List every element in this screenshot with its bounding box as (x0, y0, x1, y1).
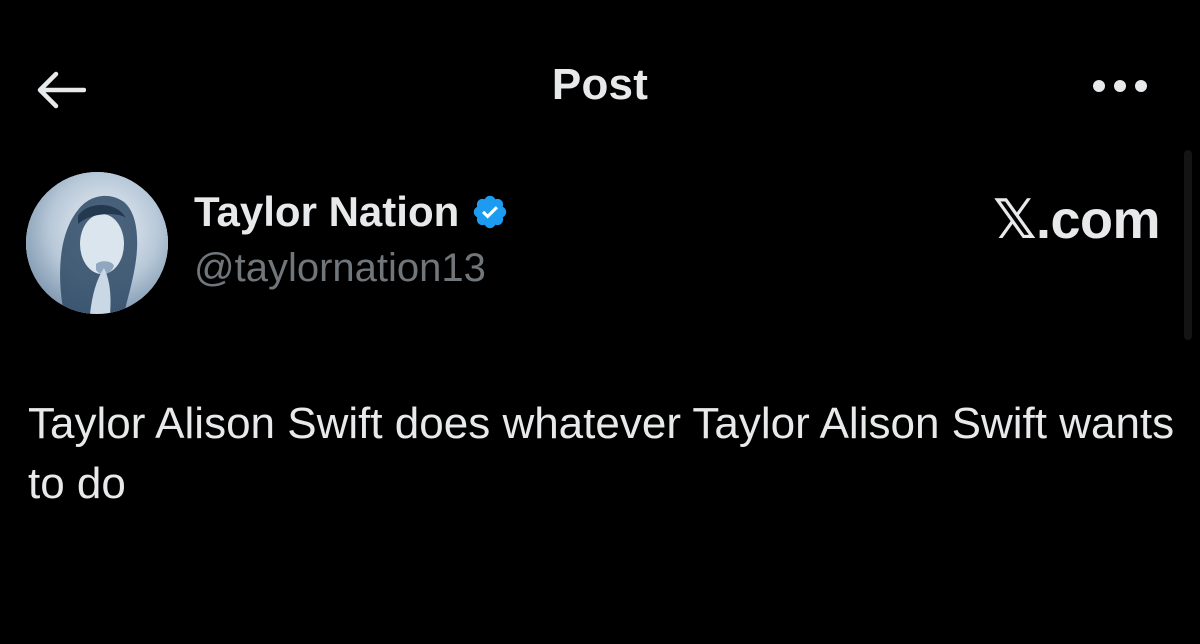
post-author: Taylor Nation @taylornation13 (194, 186, 509, 291)
post-text: Taylor Alison Swift does whatever Taylor… (28, 399, 1175, 508)
display-name[interactable]: Taylor Nation (194, 188, 459, 236)
top-bar: Post (0, 0, 1200, 170)
author-handle[interactable]: @taylornation13 (194, 246, 509, 291)
avatar[interactable] (26, 172, 168, 314)
x-com-watermark: 𝕏.com (992, 190, 1161, 250)
verified-badge-icon[interactable] (471, 193, 509, 231)
page-title: Post (551, 60, 649, 109)
scrollbar[interactable] (1184, 150, 1192, 340)
more-options-button[interactable] (1080, 60, 1160, 112)
avatar-photo (26, 172, 168, 314)
more-horizontal-icon (1093, 80, 1147, 92)
author-name-row: Taylor Nation (194, 186, 509, 238)
